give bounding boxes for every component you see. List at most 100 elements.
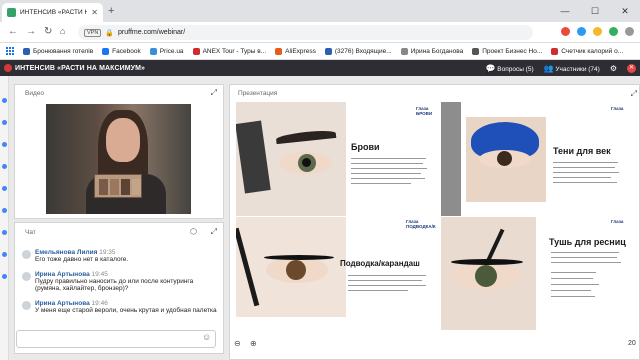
participants-button[interactable]: 👥 Участники (74) [544, 64, 600, 73]
exit-icon[interactable]: ✕ [627, 63, 636, 73]
sidebar-dot-icon[interactable] [2, 208, 7, 213]
slide-tag: Глаза [611, 219, 624, 224]
speaker-video [46, 104, 191, 214]
bookmark-item[interactable]: ANEX Tour - Туры в... [192, 47, 267, 55]
bookmark-item[interactable]: Price.ua [149, 47, 184, 55]
questions-label: Вопросы (5) [497, 65, 534, 73]
bookmark-favicon-icon [400, 47, 408, 55]
vpn-badge[interactable]: VPN [84, 28, 102, 37]
slide-tag: Глаза БРОВИ [416, 106, 433, 116]
expand-video-icon[interactable]: ⤢ [211, 88, 217, 98]
bookmark-item[interactable]: AliExpress [275, 47, 316, 55]
slide-eyeshadow: Глаза Тени для век [441, 102, 626, 216]
bookmark-label: (3276) Входящие... [334, 47, 392, 55]
message-author: Ирина Артынова [35, 271, 90, 278]
slide-title: Тени для век [553, 146, 611, 156]
extension-icon[interactable] [577, 27, 586, 36]
address-bar-row: ← → ↻ ⌂ VPN 🔒 pruffme.com/webinar/ [0, 22, 640, 43]
expand-chat-icon[interactable]: ⤢ [211, 227, 217, 237]
left-sidebar [0, 76, 9, 360]
bookmarks-bar: Бронювання готелів Facebook Price.ua ANEX T… [0, 43, 640, 60]
extension-icons [561, 27, 634, 36]
zoom-out-icon[interactable]: ⊖ [234, 339, 241, 348]
bookmark-item[interactable]: Проект Бизнес Но... [472, 47, 543, 55]
slide-title: Подводка/карандаш [340, 259, 420, 268]
avatar [22, 250, 31, 259]
settings-icon[interactable]: ⚙ [610, 64, 617, 73]
sidebar-dot-icon[interactable] [2, 274, 7, 279]
message-text: Пудру правильно наносить до или после ко… [35, 278, 194, 292]
chat-message: Ирина Артынова 19:46 У меня еще старой в… [22, 300, 217, 314]
url-field[interactable]: VPN 🔒 pruffme.com/webinar/ [78, 25, 533, 40]
close-tab-icon[interactable]: ✕ [91, 8, 98, 17]
reload-icon[interactable]: ↻ [44, 26, 52, 37]
tab-favicon-icon [7, 8, 16, 17]
forward-icon[interactable]: → [26, 26, 36, 37]
page-number: 20 [628, 340, 636, 347]
participants-label: Участники (74) [555, 65, 600, 73]
message-time: 19:46 [91, 300, 108, 307]
message-text: У меня еще старой вероли, очень крутая и… [35, 307, 217, 314]
bookmark-item[interactable]: Бронювання готелів [23, 47, 93, 55]
slide-eyeliner: Глаза ПОДВОДКА/КАРАНДАШ Подводка/каранда… [236, 217, 436, 330]
sidebar-dot-icon[interactable] [2, 120, 7, 125]
bookmark-label: ANEX Tour - Туры в... [202, 47, 267, 55]
bookmark-item[interactable]: (3276) Входящие... [324, 47, 392, 55]
sidebar-dot-icon[interactable] [2, 98, 7, 103]
people-icon: 👥 [543, 63, 554, 73]
apps-icon[interactable] [6, 47, 14, 55]
avatar [22, 301, 31, 310]
chat-label: Чат [25, 229, 36, 236]
avatar [22, 272, 31, 281]
menu-icon[interactable] [625, 27, 634, 36]
maximize-icon[interactable]: ☐ [580, 0, 610, 22]
url-text: pruffme.com/webinar/ [118, 29, 186, 36]
new-tab-icon[interactable]: + [108, 5, 114, 17]
bookmark-label: Ирина Богданова [410, 47, 464, 55]
extension-icon[interactable] [561, 27, 570, 36]
star-icon[interactable] [593, 27, 602, 36]
questions-button[interactable]: 💬 Вопросы (5) [485, 64, 533, 73]
browser-tab[interactable]: ИНТЕНСИВ «РАСТИ НА М ✕ [2, 3, 103, 22]
bookmark-favicon-icon [275, 47, 283, 55]
slide-eyebrows: Глаза БРОВИ Брови [236, 102, 436, 216]
browser-tab-bar: ИНТЕНСИВ «РАСТИ НА М ✕ + — ☐ ✕ [0, 0, 640, 22]
bookmark-item[interactable]: Счетчик калорий о... [551, 47, 624, 55]
minimize-icon[interactable]: — [550, 0, 580, 22]
message-author: Емельянова Лилия [35, 249, 98, 256]
slide-tag: Глаза ПОДВОДКА/КАРАНДАШ [406, 219, 436, 229]
chat-input[interactable] [16, 330, 216, 348]
cube-icon[interactable]: ⬡ [190, 227, 197, 236]
chat-message: Ирина Артынова 19:45 Пудру правильно нан… [22, 271, 217, 292]
bookmark-label: Проект Бизнес Но... [482, 47, 543, 55]
bookmark-item[interactable]: Facebook [102, 47, 141, 55]
sidebar-dot-icon[interactable] [2, 230, 7, 235]
sidebar-dot-icon[interactable] [2, 186, 7, 191]
webinar-title: ИНТЕНСИВ «РАСТИ НА МАКСИМУМ» [15, 64, 146, 72]
close-window-icon[interactable]: ✕ [610, 0, 640, 22]
bookmark-item[interactable]: Ирина Богданова [400, 47, 464, 55]
sidebar-dot-icon[interactable] [2, 252, 7, 257]
bookmark-label: Facebook [112, 47, 141, 55]
message-time: 19:35 [99, 249, 116, 256]
bookmark-favicon-icon [472, 47, 480, 55]
video-label: Видео [25, 90, 44, 97]
home-icon[interactable]: ⌂ [60, 26, 65, 36]
presentation-slide: Глаза БРОВИ Брови Глаза Тени для век Гла… [236, 102, 626, 330]
bookmark-favicon-icon [23, 47, 30, 55]
emoji-icon[interactable]: ☺ [202, 332, 211, 342]
sidebar-dot-icon[interactable] [2, 142, 7, 147]
expand-presentation-icon[interactable]: ⤢ [631, 89, 637, 99]
zoom-in-icon[interactable]: ⊕ [250, 339, 257, 348]
slide-title: Тушь для ресниц [549, 237, 626, 247]
back-icon[interactable]: ← [8, 26, 18, 37]
logo-icon [4, 64, 12, 72]
bookmark-favicon-icon [192, 47, 200, 55]
sidebar-dot-icon[interactable] [2, 164, 7, 169]
extension-icon[interactable] [609, 27, 618, 36]
message-text: Его тоже давно нет в каталоге. [35, 256, 129, 263]
bookmark-favicon-icon [102, 47, 110, 55]
bookmark-label: Счетчик калорий о... [561, 47, 624, 55]
window-controls: — ☐ ✕ [550, 0, 640, 22]
eyeshadow-palette-image [94, 174, 142, 198]
